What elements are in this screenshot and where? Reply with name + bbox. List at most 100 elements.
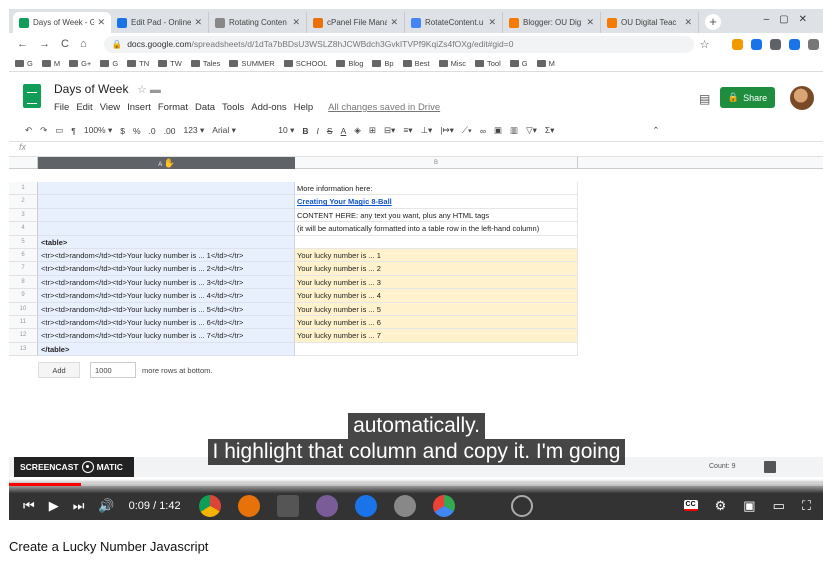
bookmark-item[interactable]: M <box>41 59 60 68</box>
theater-mode-icon[interactable]: ▭ <box>773 498 785 514</box>
address-bar[interactable]: 🔒 docs.google.com/spreadsheets/d/1dTa7bB… <box>103 35 694 53</box>
close-icon[interactable]: ✕ <box>390 17 398 28</box>
menu-item-tools[interactable]: Tools <box>222 102 244 113</box>
valign-icon[interactable]: ⊥▾ <box>421 125 433 136</box>
close-icon[interactable]: ✕ <box>97 17 105 28</box>
browser-tab[interactable]: Edit Pad - Online ✕ <box>111 12 209 33</box>
currency-button[interactable]: $ <box>120 126 125 136</box>
bookmark-item[interactable]: G <box>15 59 33 68</box>
row-header[interactable]: 3 <box>9 208 38 223</box>
share-button[interactable]: 🔒 Share <box>720 87 775 108</box>
bookmark-item[interactable]: Bp <box>372 59 394 68</box>
cell-b[interactable]: CONTENT HERE: any text you want, plus an… <box>295 208 578 223</box>
new-tab-button[interactable]: + <box>705 14 721 30</box>
zoom-select[interactable]: 100% ▾ <box>84 125 112 136</box>
wrap-icon[interactable]: |↦▾ <box>440 125 454 136</box>
cell-b[interactable] <box>295 235 578 249</box>
collapse-icon[interactable]: ⌃ <box>652 125 659 136</box>
cell-a[interactable]: </table> <box>38 342 295 357</box>
row-header[interactable]: 6 <box>9 249 38 263</box>
bookmark-item[interactable]: Misc <box>438 59 466 68</box>
cell-b[interactable]: Your lucky number is ... 5 <box>295 302 578 316</box>
borders-icon[interactable]: ⊞ <box>369 125 376 136</box>
extension-icon[interactable] <box>751 38 763 50</box>
forward-icon[interactable]: → <box>39 38 50 50</box>
bookmark-item[interactable]: Blog <box>336 59 363 68</box>
cell-a[interactable]: <tr><td>random</td><td>Your lucky number… <box>38 302 295 316</box>
column-header-b[interactable]: B <box>295 157 578 169</box>
previous-icon[interactable]: ⏮ <box>23 498 35 514</box>
comment-icon[interactable]: ▤ <box>699 92 710 106</box>
row-header[interactable]: 4 <box>9 222 38 236</box>
cell-b[interactable]: Your lucky number is ... 2 <box>295 262 578 276</box>
print-icon[interactable]: ▭ <box>55 125 63 136</box>
add-rows-button[interactable]: Add <box>38 362 80 378</box>
play-icon[interactable]: ▶ <box>49 498 59 514</box>
strikethrough-button[interactable]: S <box>327 126 333 136</box>
cell-b[interactable]: Your lucky number is ... 7 <box>295 329 578 343</box>
sheets-logo-icon[interactable] <box>23 84 41 108</box>
decrease-decimal-button[interactable]: .0 <box>149 126 156 136</box>
grid-corner[interactable] <box>9 157 38 169</box>
cell-a[interactable] <box>38 182 295 196</box>
align-icon[interactable]: ≡▾ <box>403 125 412 136</box>
miniplayer-icon[interactable]: ▣ <box>743 498 755 514</box>
bookmark-item[interactable]: G <box>100 59 118 68</box>
reload-icon[interactable]: C <box>61 38 69 50</box>
cell-a[interactable] <box>38 222 295 236</box>
extension-icon[interactable] <box>732 38 744 50</box>
cell-b[interactable]: Your lucky number is ... 4 <box>295 289 578 303</box>
video-player[interactable]: Days of Week - G ✕ Edit Pad - Online ✕ Rotat… <box>9 9 823 520</box>
close-icon[interactable]: ✕ <box>488 17 496 28</box>
menu-item-format[interactable]: Format <box>158 102 188 113</box>
window-controls[interactable]: –▢✕ <box>764 14 817 25</box>
merge-cells-icon[interactable]: ⊟▾ <box>384 125 395 136</box>
percent-button[interactable]: % <box>133 126 141 136</box>
browser-tab[interactable]: Rotating Conten ✕ <box>209 12 307 33</box>
row-header[interactable]: 1 <box>9 182 38 196</box>
bookmark-item[interactable]: Tool <box>475 59 501 68</box>
increase-decimal-button[interactable]: .00 <box>164 126 176 136</box>
italic-button[interactable]: I <box>317 126 319 136</box>
menu-item-help[interactable]: Help <box>294 102 314 113</box>
close-icon[interactable]: ✕ <box>292 17 300 28</box>
row-header[interactable]: 12 <box>9 329 38 343</box>
bookmark-item[interactable]: G <box>509 59 528 68</box>
menu-item-edit[interactable]: Edit <box>76 102 92 113</box>
cell-b[interactable] <box>295 342 578 357</box>
paint-format-icon[interactable]: ¶ <box>71 126 76 136</box>
cell-b[interactable]: Your lucky number is ... 6 <box>295 316 578 330</box>
undo-icon[interactable]: ↶ <box>25 125 32 136</box>
bookmark-star-icon[interactable]: ☆ <box>700 38 710 51</box>
row-header[interactable]: 5 <box>9 235 38 249</box>
functions-icon[interactable]: Σ▾ <box>545 125 555 136</box>
save-status[interactable]: All changes saved in Drive <box>328 102 440 113</box>
bookmark-item[interactable]: SCHOOL <box>283 59 327 68</box>
cell-b[interactable]: (it will be automatically formatted into… <box>295 222 578 236</box>
next-icon[interactable]: ⏭ <box>73 498 85 514</box>
menu-item-insert[interactable]: Insert <box>127 102 151 113</box>
settings-gear-icon[interactable]: ⚙ <box>715 498 727 514</box>
close-icon[interactable]: ✕ <box>194 17 202 28</box>
progress-bar[interactable] <box>9 483 823 486</box>
rows-count-input[interactable]: 1000 <box>90 362 136 378</box>
browser-tab[interactable]: cPanel File Mana ✕ <box>307 12 405 33</box>
volume-icon[interactable]: 🔊 <box>98 498 114 514</box>
column-header-a[interactable]: A ✋ <box>38 157 295 169</box>
font-select[interactable]: Arial ▾ <box>212 125 270 136</box>
formula-bar[interactable]: fx <box>9 142 823 157</box>
cell-a[interactable]: <tr><td>random</td><td>Your lucky number… <box>38 249 295 263</box>
cell-b[interactable]: More information here: <box>295 182 578 196</box>
bookmark-item[interactable]: TN <box>127 59 149 68</box>
document-title[interactable]: Days of Week <box>54 82 128 96</box>
extension-icon[interactable] <box>770 38 782 50</box>
number-format-select[interactable]: 123 ▾ <box>183 125 204 136</box>
count-summary[interactable]: Count: 9 <box>709 463 735 470</box>
extension-icon[interactable] <box>808 38 820 50</box>
close-icon[interactable]: ✕ <box>684 17 692 28</box>
link-icon[interactable]: ∞ <box>480 126 486 136</box>
cell-a[interactable] <box>38 195 295 209</box>
browser-tab[interactable]: RotateContent.u ✕ <box>405 12 503 33</box>
bookmark-item[interactable]: TW <box>158 59 182 68</box>
cell-b[interactable]: Your lucky number is ... 1 <box>295 249 578 263</box>
